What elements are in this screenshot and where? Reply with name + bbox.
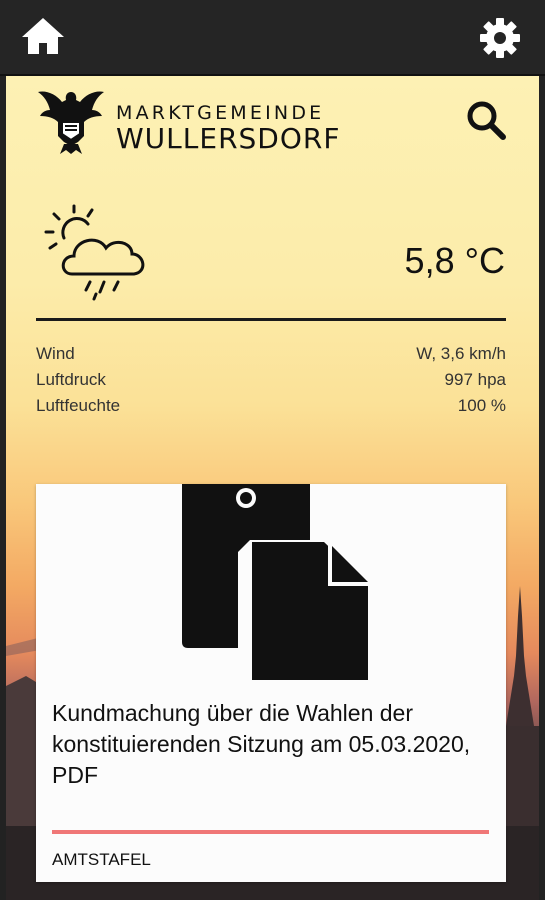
temperature-value: 5,8 °C [404,240,505,281]
card-category: AMTSTAFEL [52,850,151,869]
weather-detail-label: Luftdruck [36,370,106,389]
sun-cloud-rain-icon [44,204,145,301]
main-screen: MARKTGEMEINDE WULLERSDORF 5,8 °C Wind W,… [6,76,539,900]
weather-detail-value: 100 % [457,396,506,415]
weather-detail-value: 997 hpa [444,370,506,389]
eagle-crest-icon [38,91,104,154]
news-card[interactable]: Kundmachung über die Wahlen der konstitu… [36,484,506,882]
home-icon[interactable] [20,16,66,56]
weather-detail-row: Luftfeuchte 100 % [36,396,506,422]
municipality-logo[interactable]: MARKTGEMEINDE WULLERSDORF [36,84,366,156]
gear-icon[interactable] [478,16,522,60]
weather-detail-label: Wind [36,344,75,363]
card-accent-line [52,830,489,834]
weather-divider [36,318,506,321]
search-icon[interactable] [464,98,508,142]
top-app-bar [0,0,545,76]
logo-title-small: MARKTGEMEINDE [116,102,325,124]
weather-detail-row: Wind W, 3,6 km/h [36,344,506,370]
weather-detail-value: W, 3,6 km/h [416,344,506,363]
documents-icon [182,484,368,680]
weather-detail-row: Luftdruck 997 hpa [36,370,506,396]
card-title: Kundmachung über die Wahlen der konstitu… [52,700,471,788]
weather-detail-label: Luftfeuchte [36,396,121,415]
logo-title-large: WULLERSDORF [116,122,341,155]
